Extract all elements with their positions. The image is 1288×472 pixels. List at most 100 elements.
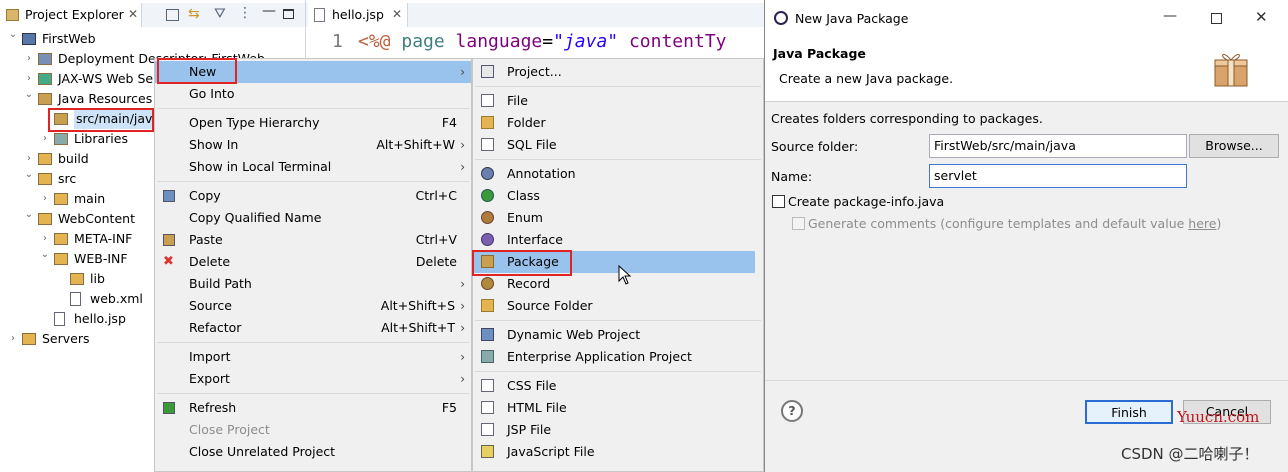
menu-item-shortcut: Delete	[415, 254, 457, 269]
submenu-item-label: CSS File	[507, 378, 557, 393]
submenu-item[interactable]: HTML File	[473, 397, 763, 419]
menu-item-label: Copy	[189, 188, 221, 203]
submenu-item[interactable]: Annotation	[473, 163, 763, 185]
collapsed-twisty-icon[interactable]: ›	[24, 49, 34, 69]
maximize-icon[interactable]	[283, 9, 294, 19]
close-icon[interactable]: ✕	[392, 7, 402, 21]
collapsed-twisty-icon[interactable]: ›	[40, 129, 50, 149]
annotation-icon	[481, 167, 494, 180]
webservice-icon	[38, 73, 52, 85]
collapsed-twisty-icon[interactable]: ›	[8, 329, 18, 349]
context-menu-item[interactable]: Refactor Alt+Shift+T ›	[155, 317, 471, 339]
context-menu-item[interactable]: Go Into	[155, 83, 471, 105]
submenu-item[interactable]: File	[473, 90, 763, 112]
submenu-item-label: Dynamic Web Project	[507, 327, 641, 342]
submenu-item[interactable]: Interface	[473, 229, 763, 251]
expanded-twisty-icon[interactable]: ⌄	[24, 165, 34, 185]
csdn-watermark: CSDN @二哈喇子！	[1121, 445, 1259, 463]
maximize-icon[interactable]	[1211, 13, 1222, 24]
collapse-all-icon[interactable]	[166, 9, 179, 21]
code-text: <%@ page language="java" contentTy	[358, 30, 727, 54]
close-icon[interactable]: ✕	[1255, 8, 1268, 26]
jsp-directive-open: <%@	[358, 31, 391, 52]
context-menu-item[interactable]: Open Type Hierarchy F4	[155, 112, 471, 134]
dialog-title: New Java Package	[795, 11, 909, 26]
menu-separator	[157, 108, 469, 109]
attr-language: language	[455, 31, 543, 52]
collapsed-twisty-icon[interactable]: ›	[40, 189, 50, 209]
create-package-info-checkbox[interactable]	[772, 195, 785, 208]
view-menu-icon[interactable]: ⋮	[238, 5, 252, 21]
tab-project-explorer[interactable]: Project Explorer ✕	[0, 3, 142, 27]
menu-separator	[157, 181, 469, 182]
minimize-icon[interactable]: —	[1163, 8, 1177, 24]
source-folder-input[interactable]: FirstWeb/src/main/java	[929, 134, 1187, 158]
filter-icon[interactable]: ⛛	[214, 6, 226, 22]
enum-icon	[481, 211, 494, 224]
context-menu-item[interactable]: Close Project	[155, 419, 471, 441]
context-menu-item[interactable]: Source Alt+Shift+S ›	[155, 295, 471, 317]
editor-tab-label: hello.jsp	[332, 7, 384, 22]
menu-item-label: Export	[189, 371, 230, 386]
help-icon[interactable]: ?	[781, 400, 803, 422]
code-line-1[interactable]: 1 <%@ page language="java" contentTy	[306, 30, 764, 56]
submenu-item[interactable]: Dynamic Web Project	[473, 324, 763, 346]
context-menu-item[interactable]: ✖ Delete Delete	[155, 251, 471, 273]
submenu-item[interactable]: Enterprise Application Project	[473, 346, 763, 368]
submenu-item-label: JavaScript File	[507, 444, 595, 459]
here-link[interactable]: here	[1188, 216, 1216, 231]
context-menu-item[interactable]: Paste Ctrl+V	[155, 229, 471, 251]
expanded-twisty-icon[interactable]: ⌄	[40, 245, 50, 265]
context-menu-item[interactable]: Show In Alt+Shift+W ›	[155, 134, 471, 156]
context-menu-item[interactable]: Export ›	[155, 368, 471, 390]
generate-comments-close: )	[1216, 216, 1222, 231]
submenu-item[interactable]: JavaScript File	[473, 441, 763, 463]
context-menu-item[interactable]: Copy Qualified Name	[155, 207, 471, 229]
highlight-package	[472, 250, 572, 276]
record-icon	[481, 277, 494, 290]
generate-comments-checkbox[interactable]	[792, 217, 805, 230]
name-input[interactable]: servlet	[929, 164, 1187, 188]
context-menu-item[interactable]: Show in Local Terminal ›	[155, 156, 471, 178]
submenu-item[interactable]: Source Folder	[473, 295, 763, 317]
java-resources-icon	[38, 93, 52, 105]
create-package-info-label[interactable]: Create package-info.java	[788, 194, 944, 209]
menu-item-label: Refactor	[189, 320, 242, 335]
keyword-page: page	[390, 31, 456, 52]
explorer-tab-bar: Project Explorer ✕ ⇆ ⛛ ⋮ —	[0, 3, 305, 27]
context-menu-item[interactable]: Refresh F5	[155, 397, 471, 419]
finish-button[interactable]: Finish	[1085, 400, 1173, 424]
submenu-item[interactable]: JSP File	[473, 419, 763, 441]
close-icon[interactable]: ✕	[128, 7, 138, 21]
tab-hello-jsp[interactable]: hello.jsp ✕	[308, 3, 408, 27]
menu-item-label: Source	[189, 298, 232, 313]
context-menu-item[interactable]: Copy Ctrl+C	[155, 185, 471, 207]
dialog-header: Java Package Create a new Java package.	[765, 36, 1288, 102]
submenu-item[interactable]: CSS File	[473, 375, 763, 397]
descriptor-icon	[38, 53, 52, 65]
submenu-item[interactable]: Enum	[473, 207, 763, 229]
submenu-item[interactable]: SQL File	[473, 134, 763, 156]
expanded-twisty-icon[interactable]: ⌄	[24, 85, 34, 105]
source-folder-icon	[481, 299, 494, 312]
expanded-twisty-icon[interactable]: ⌄	[8, 25, 18, 45]
submenu-item[interactable]: Folder	[473, 112, 763, 134]
browse-button[interactable]: Browse...	[1189, 134, 1279, 158]
context-menu-item[interactable]: Import ›	[155, 346, 471, 368]
tree-item[interactable]: ⌄ FirstWeb	[0, 29, 305, 49]
submenu-item[interactable]: Class	[473, 185, 763, 207]
submenu-item[interactable]: Project...	[473, 61, 763, 83]
menu-item-shortcut: Alt+Shift+W	[376, 137, 455, 152]
file-icon	[481, 94, 494, 107]
class-icon	[481, 189, 494, 202]
link-editor-icon[interactable]: ⇆	[188, 6, 200, 22]
folder-icon	[54, 193, 68, 205]
context-menu-item[interactable]: Build Path ›	[155, 273, 471, 295]
folder-icon	[54, 253, 68, 265]
minimize-icon[interactable]: —	[262, 3, 276, 19]
equals-sign: =	[542, 31, 554, 52]
menu-separator	[475, 159, 761, 160]
expanded-twisty-icon[interactable]: ⌄	[24, 205, 34, 225]
paste-icon	[163, 234, 175, 246]
context-menu-item[interactable]: Close Unrelated Project	[155, 441, 471, 463]
